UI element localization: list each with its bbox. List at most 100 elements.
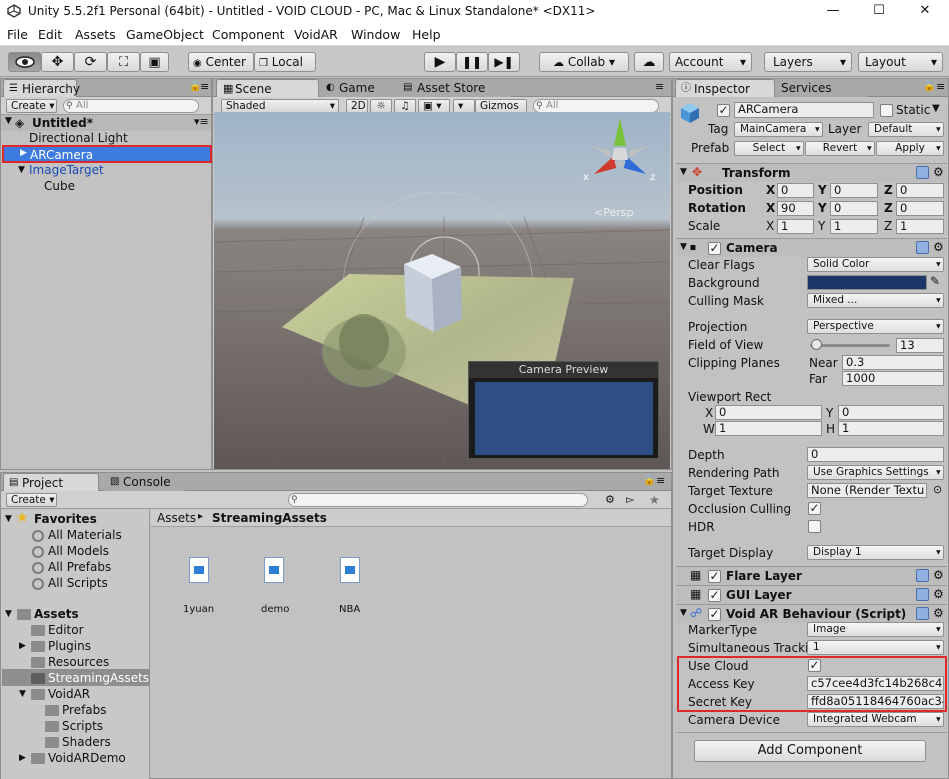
fov-slider-thumb[interactable] bbox=[810, 339, 822, 350]
filter-label-icon[interactable]: ▻ bbox=[626, 493, 634, 506]
foldout-open-icon[interactable]: ▼ bbox=[680, 242, 687, 252]
gear-icon[interactable]: ⚙ bbox=[933, 240, 944, 254]
rendering-path-dropdown[interactable]: Use Graphics Settings bbox=[807, 465, 944, 480]
menu-gameobject[interactable]: GameObject bbox=[126, 27, 204, 42]
panel-menu-icon[interactable]: ≡ bbox=[936, 80, 945, 93]
layers-dropdown[interactable]: Layers ▾ bbox=[764, 52, 852, 72]
simultaneous-tracking-dropdown[interactable]: 1 bbox=[807, 640, 944, 655]
hierarchy-item-imagetarget[interactable]: ImageTarget bbox=[29, 162, 104, 178]
scene-search-input[interactable]: ⚲ All bbox=[533, 99, 659, 113]
hierarchy-item-cube[interactable]: Cube bbox=[44, 178, 75, 194]
tab-game[interactable]: ◐ Game bbox=[321, 79, 399, 97]
lock-icon[interactable]: 🔒 bbox=[923, 81, 935, 92]
object-picker-icon[interactable]: ⊙ bbox=[933, 483, 942, 496]
tab-services[interactable]: Services bbox=[777, 79, 867, 97]
tab-inspector[interactable]: ⓘ Inspector bbox=[675, 79, 775, 97]
lock-icon[interactable]: 🔒 bbox=[643, 475, 655, 486]
scene-row[interactable]: ▼ ◈ Untitled* ▾≡ bbox=[1, 115, 211, 131]
help-book-icon[interactable] bbox=[916, 607, 929, 620]
pivot-center-button[interactable]: ◉ Center bbox=[188, 52, 254, 72]
pause-button[interactable]: ❚❚ bbox=[456, 52, 488, 72]
close-button[interactable]: ✕ bbox=[902, 0, 948, 24]
add-component-button[interactable]: Add Component bbox=[694, 740, 926, 762]
scene-visibility-dropdown[interactable]: ▾ bbox=[453, 99, 475, 113]
foldout-open-icon[interactable]: ▼ bbox=[19, 689, 26, 699]
image-file-icon[interactable] bbox=[340, 557, 360, 583]
help-book-icon[interactable] bbox=[916, 241, 929, 254]
breadcrumb-assets[interactable]: Assets bbox=[157, 511, 196, 525]
scale-x-field[interactable]: 1 bbox=[777, 219, 814, 234]
foldout-closed-icon[interactable]: ▶ bbox=[19, 753, 26, 763]
menu-voidar[interactable]: VoidAR bbox=[294, 27, 338, 42]
gear-icon[interactable]: ⚙ bbox=[933, 165, 944, 179]
scale-y-field[interactable]: 1 bbox=[830, 219, 878, 234]
folder-editor[interactable]: Editor bbox=[48, 622, 84, 638]
layout-dropdown[interactable]: Layout ▾ bbox=[858, 52, 943, 72]
position-x-field[interactable]: 0 bbox=[777, 183, 814, 198]
project-search-input[interactable]: ⚲ bbox=[288, 493, 588, 507]
panel-menu-icon[interactable]: ≡ bbox=[655, 80, 664, 93]
foldout-open-icon[interactable]: ▼ bbox=[5, 116, 12, 126]
video-file-icon[interactable] bbox=[264, 557, 284, 583]
folder-streamingassets[interactable]: StreamingAssets bbox=[48, 670, 149, 686]
pivot-local-button[interactable]: ❒ Local bbox=[254, 52, 316, 72]
projection-dropdown[interactable]: Perspective bbox=[807, 319, 944, 334]
hierarchy-item-arcamera[interactable]: ▶ ARCamera bbox=[2, 145, 212, 163]
help-book-icon[interactable] bbox=[916, 166, 929, 179]
menu-help[interactable]: Help bbox=[412, 27, 441, 42]
folder-resources[interactable]: Resources bbox=[48, 654, 109, 670]
collab-dropdown[interactable]: ☁ Collab ▾ bbox=[539, 52, 629, 72]
2d-toggle[interactable]: 2D bbox=[346, 99, 368, 113]
fav-all-models[interactable]: All Models bbox=[48, 543, 109, 559]
gear-icon[interactable]: ⚙ bbox=[933, 568, 944, 582]
viewport-w-field[interactable]: 1 bbox=[715, 421, 822, 436]
menu-assets[interactable]: Assets bbox=[75, 27, 116, 42]
fav-all-scripts[interactable]: All Scripts bbox=[48, 575, 108, 591]
void-ar-checkbox[interactable]: ✓ bbox=[708, 608, 721, 621]
rotation-y-field[interactable]: 0 bbox=[830, 201, 878, 216]
lighting-toggle[interactable]: ☼ bbox=[370, 99, 392, 113]
scale-tool-button[interactable]: ⛶ bbox=[107, 52, 140, 72]
gui-layer-header[interactable]: ▦ ✓ GUI Layer ⚙ bbox=[676, 585, 947, 604]
foldout-open-icon[interactable]: ▼ bbox=[680, 608, 687, 618]
cloud-services-button[interactable]: ☁ bbox=[634, 52, 664, 72]
menu-file[interactable]: File bbox=[7, 27, 28, 42]
tab-console[interactable]: ▧ Console bbox=[105, 473, 185, 491]
target-display-dropdown[interactable]: Display 1 bbox=[807, 545, 944, 560]
use-cloud-checkbox[interactable]: ✓ bbox=[808, 659, 821, 672]
folder-prefabs[interactable]: Prefabs bbox=[62, 702, 107, 718]
tab-scene[interactable]: ▦ Scene bbox=[216, 79, 319, 97]
object-name-field[interactable]: ARCamera bbox=[734, 102, 874, 118]
position-y-field[interactable]: 0 bbox=[830, 183, 878, 198]
tab-hierarchy[interactable]: ☰ Hierarchy bbox=[3, 79, 80, 97]
scene-menu-icon[interactable]: ▾≡ bbox=[194, 115, 209, 128]
gear-icon[interactable]: ⚙ bbox=[933, 606, 944, 620]
help-book-icon[interactable] bbox=[916, 569, 929, 582]
prefab-revert-button[interactable]: Revert bbox=[805, 141, 875, 156]
file-nba[interactable]: NBA bbox=[339, 604, 360, 615]
help-book-icon[interactable] bbox=[916, 588, 929, 601]
menu-component[interactable]: Component bbox=[212, 27, 285, 42]
foldout-open-icon[interactable]: ▼ bbox=[5, 514, 12, 524]
foldout-open-icon[interactable]: ▼ bbox=[18, 165, 25, 175]
tab-project[interactable]: ▤ Project bbox=[3, 473, 99, 491]
culling-mask-dropdown[interactable]: Mixed ... bbox=[807, 293, 944, 308]
panel-menu-icon[interactable]: ≡ bbox=[200, 80, 209, 93]
perspective-label[interactable]: <Persp bbox=[594, 206, 633, 219]
eyedropper-icon[interactable]: ✎ bbox=[930, 274, 940, 288]
filter-type-icon[interactable]: ⚙ bbox=[605, 493, 615, 506]
minimize-button[interactable]: — bbox=[810, 0, 856, 24]
move-tool-button[interactable]: ✥ bbox=[41, 52, 74, 72]
image-file-icon[interactable] bbox=[189, 557, 209, 583]
scale-z-field[interactable]: 1 bbox=[896, 219, 944, 234]
fav-all-materials[interactable]: All Materials bbox=[48, 527, 122, 543]
step-button[interactable]: ▶❚ bbox=[488, 52, 520, 72]
depth-field[interactable]: 0 bbox=[807, 447, 944, 462]
foldout-open-icon[interactable]: ▼ bbox=[5, 609, 12, 619]
rotation-x-field[interactable]: 90 bbox=[777, 201, 814, 216]
void-ar-header[interactable]: ▼ ☍ ✓ Void AR Behaviour (Script) ⚙ bbox=[676, 604, 947, 623]
near-field[interactable]: 0.3 bbox=[842, 355, 944, 370]
favorites-label[interactable]: Favorites bbox=[34, 511, 97, 527]
account-dropdown[interactable]: Account ▾ bbox=[669, 52, 752, 72]
effects-dropdown[interactable]: ▣ ▾ bbox=[418, 99, 450, 113]
